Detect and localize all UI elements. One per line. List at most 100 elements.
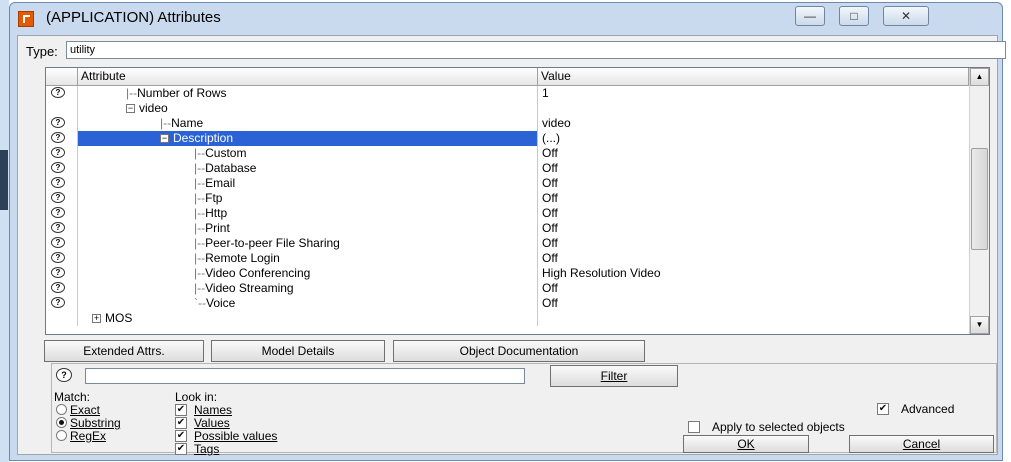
help-icon[interactable]: ? (51, 252, 65, 263)
table-row[interactable]: ? |-- Name video (46, 116, 969, 131)
match-regex-radio[interactable] (56, 430, 67, 441)
attribute-cell[interactable]: `-- Voice (78, 296, 538, 311)
value-cell[interactable] (538, 311, 969, 326)
attribute-cell[interactable]: |-- Video Conferencing (78, 266, 538, 281)
table-row[interactable]: ? − Description (...) (46, 131, 969, 146)
attribute-cell[interactable]: |-- Name (78, 116, 538, 131)
table-row[interactable]: ? |-- Video Streaming Off (46, 281, 969, 296)
attribute-cell[interactable]: |-- Email (78, 176, 538, 191)
close-button[interactable]: ✕ (883, 6, 929, 26)
ok-button[interactable]: OK (683, 435, 809, 453)
scroll-up-button[interactable]: ▲ (970, 68, 989, 86)
match-substring-radio[interactable] (56, 417, 67, 428)
help-icon[interactable]: ? (51, 267, 65, 278)
attribute-cell[interactable]: − Description (78, 131, 538, 146)
value-cell[interactable]: Off (538, 206, 969, 221)
value-cell[interactable]: Off (538, 221, 969, 236)
help-icon[interactable]: ? (51, 117, 65, 128)
table-row[interactable]: ? |-- Email Off (46, 176, 969, 191)
match-exact-radio[interactable] (56, 404, 67, 415)
table-row[interactable]: − video (46, 101, 969, 116)
help-icon[interactable]: ? (51, 192, 65, 203)
expand-icon[interactable]: + (92, 314, 101, 324)
look-in-values-checkbox[interactable] (175, 417, 187, 429)
help-icon[interactable]: ? (51, 147, 65, 158)
scroll-down-button[interactable]: ▼ (970, 316, 989, 334)
attribute-cell[interactable]: |-- Http (78, 206, 538, 221)
value-column-header[interactable]: Value (538, 68, 969, 86)
value-cell[interactable]: Off (538, 296, 969, 311)
look-in-possible-values-label[interactable]: Possible values (194, 430, 277, 442)
help-icon[interactable]: ? (51, 222, 65, 233)
table-row[interactable]: ? |-- Ftp Off (46, 191, 969, 206)
value-cell[interactable]: Off (538, 236, 969, 251)
attribute-cell[interactable]: − video (78, 101, 538, 116)
object-documentation-button[interactable]: Object Documentation (393, 340, 645, 362)
collapse-icon[interactable]: − (126, 104, 135, 114)
help-icon[interactable]: ? (51, 297, 65, 308)
table-row[interactable]: + MOS (46, 311, 969, 326)
look-in-tags-label[interactable]: Tags (194, 443, 219, 455)
advanced-label[interactable]: Advanced (901, 403, 954, 415)
value-cell[interactable]: Off (538, 146, 969, 161)
maximize-button[interactable]: □ (839, 6, 869, 26)
value-cell[interactable]: (...) (538, 131, 969, 146)
table-row[interactable]: ? |-- Custom Off (46, 146, 969, 161)
advanced-checkbox[interactable] (877, 403, 889, 415)
help-icon[interactable]: ? (51, 177, 65, 188)
help-icon[interactable]: ? (51, 282, 65, 293)
collapse-icon[interactable]: − (160, 134, 169, 144)
attribute-cell[interactable]: |-- Ftp (78, 191, 538, 206)
table-row[interactable]: ? |-- Http Off (46, 206, 969, 221)
attribute-cell[interactable]: |-- Video Streaming (78, 281, 538, 296)
table-row[interactable]: ? |-- Database Off (46, 161, 969, 176)
look-in-tags-checkbox[interactable] (175, 443, 187, 455)
attribute-cell[interactable]: |-- Custom (78, 146, 538, 161)
value-cell[interactable]: Off (538, 161, 969, 176)
attribute-cell[interactable]: |-- Peer-to-peer File Sharing (78, 236, 538, 251)
match-regex-label[interactable]: RegEx (70, 430, 106, 442)
table-row[interactable]: ? |-- Print Off (46, 221, 969, 236)
value-cell[interactable]: High Resolution Video (538, 266, 969, 281)
extended-attrs-button[interactable]: Extended Attrs. (44, 340, 204, 362)
table-row[interactable]: ? |-- Remote Login Off (46, 251, 969, 266)
type-field[interactable]: utility (66, 41, 1006, 59)
value-cell[interactable] (538, 101, 969, 116)
scrollbar-thumb[interactable] (971, 148, 988, 250)
look-in-names-label[interactable]: Names (194, 404, 232, 416)
vertical-scrollbar[interactable]: ▲ ▼ (969, 68, 989, 334)
look-in-values-label[interactable]: Values (194, 417, 230, 429)
help-icon[interactable]: ? (51, 162, 65, 173)
table-row[interactable]: ? |-- Number of Rows 1 (46, 86, 969, 101)
value-cell[interactable]: 1 (538, 86, 969, 101)
help-icon[interactable]: ? (51, 237, 65, 248)
filter-button[interactable]: Filter (550, 365, 678, 387)
title-bar[interactable]: (APPLICATION) Attributes — □ ✕ (10, 3, 1002, 35)
cancel-button[interactable]: Cancel (849, 435, 994, 453)
filter-input[interactable] (85, 368, 525, 384)
look-in-names-checkbox[interactable] (175, 404, 187, 416)
match-substring-label[interactable]: Substring (70, 417, 121, 429)
attribute-cell[interactable]: |-- Print (78, 221, 538, 236)
match-exact-label[interactable]: Exact (70, 404, 100, 416)
value-cell[interactable]: Off (538, 251, 969, 266)
apply-to-selected-label[interactable]: Apply to selected objects (712, 421, 845, 433)
help-icon[interactable]: ? (51, 207, 65, 218)
value-cell[interactable]: Off (538, 176, 969, 191)
minimize-button[interactable]: — (795, 6, 825, 26)
help-icon[interactable]: ? (51, 132, 65, 143)
table-row[interactable]: ? |-- Video Conferencing High Resolution V… (46, 266, 969, 281)
attribute-cell[interactable]: + MOS (78, 311, 538, 326)
table-row[interactable]: ? `-- Voice Off (46, 296, 969, 311)
look-in-possible-values-checkbox[interactable] (175, 430, 187, 442)
attribute-cell[interactable]: |-- Number of Rows (78, 86, 538, 101)
attribute-cell[interactable]: |-- Remote Login (78, 251, 538, 266)
value-cell[interactable]: Off (538, 281, 969, 296)
help-icon[interactable]: ? (51, 87, 65, 98)
value-cell[interactable]: Off (538, 191, 969, 206)
value-cell[interactable]: video (538, 116, 969, 131)
apply-to-selected-checkbox[interactable] (688, 421, 700, 433)
attribute-cell[interactable]: |-- Database (78, 161, 538, 176)
attribute-column-header[interactable]: Attribute (78, 68, 538, 86)
table-row[interactable]: ? |-- Peer-to-peer File Sharing Off (46, 236, 969, 251)
